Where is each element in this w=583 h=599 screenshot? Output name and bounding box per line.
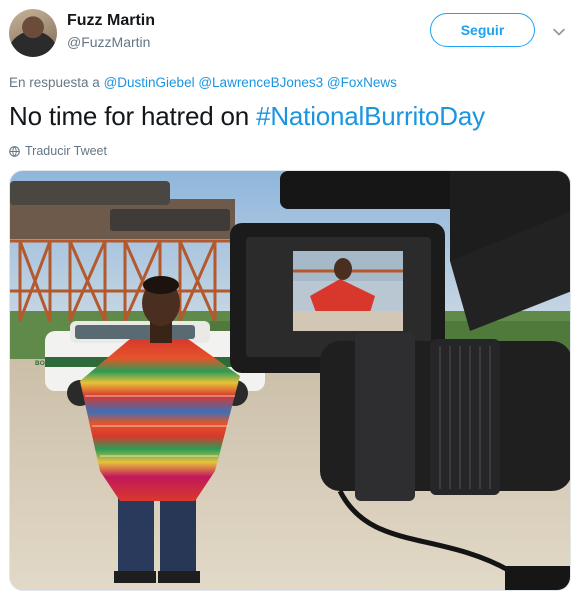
globe-icon: [9, 145, 20, 157]
author-handle[interactable]: @FuzzMartin: [67, 34, 150, 50]
tweet-photo[interactable]: BORDER PATROL: [9, 170, 571, 591]
photo-scene: BORDER PATROL: [10, 171, 570, 590]
avatar[interactable]: [9, 9, 57, 57]
mention-link[interactable]: @LawrenceBJones3: [198, 75, 323, 90]
translate-tweet-link[interactable]: Traducir Tweet: [9, 144, 107, 158]
reply-prefix: En respuesta a: [9, 75, 100, 90]
hashtag-link[interactable]: #NationalBurritoDay: [256, 101, 485, 131]
vehicle-text: BORDER PATROL: [35, 360, 91, 367]
translate-label: Traducir Tweet: [25, 144, 107, 158]
tweet-body: No time for hatred on: [9, 101, 250, 131]
mention-link[interactable]: @DustinGiebel: [104, 75, 195, 90]
mention-link[interactable]: @FoxNews: [327, 75, 397, 90]
follow-button[interactable]: Seguir: [430, 13, 535, 47]
author-display-name[interactable]: Fuzz Martin: [67, 12, 155, 30]
tweet-text: No time for hatred on #NationalBurritoDa…: [9, 101, 485, 132]
reply-context: En respuesta a @DustinGiebel @LawrenceBJ…: [9, 75, 397, 90]
chevron-down-icon[interactable]: [551, 24, 567, 40]
